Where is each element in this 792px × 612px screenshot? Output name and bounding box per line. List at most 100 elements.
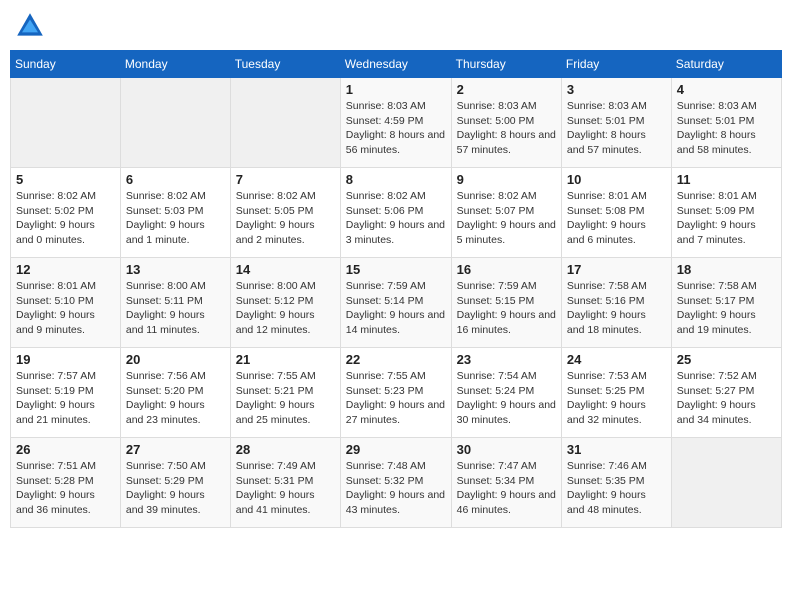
day-number: 18	[677, 262, 776, 277]
day-number: 13	[126, 262, 225, 277]
day-detail: Sunrise: 7:47 AM Sunset: 5:34 PM Dayligh…	[457, 459, 556, 518]
logo-icon	[14, 10, 46, 42]
day-number: 17	[567, 262, 666, 277]
page-header	[10, 10, 782, 42]
day-detail: Sunrise: 7:46 AM Sunset: 5:35 PM Dayligh…	[567, 459, 666, 518]
calendar-cell: 7Sunrise: 8:02 AM Sunset: 5:05 PM Daylig…	[230, 168, 340, 258]
weekday-header-friday: Friday	[561, 51, 671, 78]
day-number: 23	[457, 352, 556, 367]
day-detail: Sunrise: 8:00 AM Sunset: 5:12 PM Dayligh…	[236, 279, 335, 338]
day-number: 6	[126, 172, 225, 187]
calendar-cell: 27 Sunrise: 7:50 AM Sunset: 5:29 PM Dayli…	[120, 438, 230, 528]
day-number: 9	[457, 172, 556, 187]
calendar-cell: 28 Sunrise: 7:49 AM Sunset: 5:31 PM Dayli…	[230, 438, 340, 528]
weekday-header-wednesday: Wednesday	[340, 51, 451, 78]
day-detail: Sunrise: 7:53 AM Sunset: 5:25 PM Dayligh…	[567, 369, 666, 428]
day-detail: Sunrise: 8:01 AM Sunset: 5:08 PM Dayligh…	[567, 189, 666, 248]
day-number: 28	[236, 442, 335, 457]
day-number: 31	[567, 442, 666, 457]
day-number: 11	[677, 172, 776, 187]
day-number: 24	[567, 352, 666, 367]
day-number: 29	[346, 442, 446, 457]
day-detail: Sunrise: 7:59 AM Sunset: 5:15 PM Dayligh…	[457, 279, 556, 338]
calendar-cell: 18 Sunrise: 7:58 AM Sunset: 5:17 PM Dayli…	[671, 258, 781, 348]
calendar-cell: 6 Sunrise: 8:02 AM Sunset: 5:03 PM Daylig…	[120, 168, 230, 258]
logo	[14, 10, 50, 42]
calendar-cell: 22 Sunrise: 7:55 AM Sunset: 5:23 PM Dayli…	[340, 348, 451, 438]
day-detail: Sunrise: 7:55 AM Sunset: 5:23 PM Dayligh…	[346, 369, 446, 428]
day-detail: Sunrise: 7:52 AM Sunset: 5:27 PM Dayligh…	[677, 369, 776, 428]
day-detail: Sunrise: 8:01 AM Sunset: 5:09 PM Dayligh…	[677, 189, 776, 248]
day-detail: Sunrise: 8:02 AM Sunset: 5:03 PM Dayligh…	[126, 189, 225, 248]
calendar-cell: 12 Sunrise: 8:01 AM Sunset: 5:10 PM Dayli…	[11, 258, 121, 348]
day-detail: Sunrise: 7:48 AM Sunset: 5:32 PM Dayligh…	[346, 459, 446, 518]
calendar-cell: 17 Sunrise: 7:58 AM Sunset: 5:16 PM Dayli…	[561, 258, 671, 348]
calendar-cell: 14 Sunrise: 8:00 AM Sunset: 5:12 PM Dayli…	[230, 258, 340, 348]
day-detail: Sunrise: 8:03 AM Sunset: 5:01 PM Dayligh…	[677, 99, 776, 158]
weekday-header-thursday: Thursday	[451, 51, 561, 78]
day-number: 14	[236, 262, 335, 277]
calendar-cell: 1 Sunrise: 8:03 AM Sunset: 4:59 PM Daylig…	[340, 78, 451, 168]
calendar-cell: 5Sunrise: 8:02 AM Sunset: 5:02 PM Daylig…	[11, 168, 121, 258]
calendar-cell: 26 Sunrise: 7:51 AM Sunset: 5:28 PM Dayli…	[11, 438, 121, 528]
day-detail: Sunrise: 7:58 AM Sunset: 5:16 PM Dayligh…	[567, 279, 666, 338]
day-number: 15	[346, 262, 446, 277]
calendar-cell: 19 Sunrise: 7:57 AM Sunset: 5:19 PM Dayli…	[11, 348, 121, 438]
day-detail: Sunrise: 7:58 AM Sunset: 5:17 PM Dayligh…	[677, 279, 776, 338]
day-number: 1	[346, 82, 446, 97]
day-number: 27	[126, 442, 225, 457]
calendar-week-2: 5Sunrise: 8:02 AM Sunset: 5:02 PM Daylig…	[11, 168, 782, 258]
day-detail: Sunrise: 8:00 AM Sunset: 5:11 PM Dayligh…	[126, 279, 225, 338]
calendar-cell: 29 Sunrise: 7:48 AM Sunset: 5:32 PM Dayli…	[340, 438, 451, 528]
day-number: 21	[236, 352, 335, 367]
calendar-cell: 24 Sunrise: 7:53 AM Sunset: 5:25 PM Dayli…	[561, 348, 671, 438]
calendar-week-1: 1 Sunrise: 8:03 AM Sunset: 4:59 PM Daylig…	[11, 78, 782, 168]
day-number: 4	[677, 82, 776, 97]
calendar-cell: 10 Sunrise: 8:01 AM Sunset: 5:08 PM Dayli…	[561, 168, 671, 258]
day-detail: Sunrise: 8:02 AM Sunset: 5:05 PM Dayligh…	[236, 189, 335, 248]
calendar-cell	[11, 78, 121, 168]
calendar-cell: 31 Sunrise: 7:46 AM Sunset: 5:35 PM Dayli…	[561, 438, 671, 528]
day-number: 12	[16, 262, 115, 277]
day-number: 16	[457, 262, 556, 277]
day-number: 19	[16, 352, 115, 367]
calendar-cell: 16 Sunrise: 7:59 AM Sunset: 5:15 PM Dayli…	[451, 258, 561, 348]
calendar-cell: 15 Sunrise: 7:59 AM Sunset: 5:14 PM Dayli…	[340, 258, 451, 348]
day-detail: Sunrise: 7:51 AM Sunset: 5:28 PM Dayligh…	[16, 459, 115, 518]
day-detail: Sunrise: 7:49 AM Sunset: 5:31 PM Dayligh…	[236, 459, 335, 518]
calendar-cell: 9Sunrise: 8:02 AM Sunset: 5:07 PM Daylig…	[451, 168, 561, 258]
day-detail: Sunrise: 7:55 AM Sunset: 5:21 PM Dayligh…	[236, 369, 335, 428]
day-detail: Sunrise: 8:03 AM Sunset: 4:59 PM Dayligh…	[346, 99, 446, 158]
weekday-header-monday: Monday	[120, 51, 230, 78]
day-number: 30	[457, 442, 556, 457]
day-detail: Sunrise: 7:50 AM Sunset: 5:29 PM Dayligh…	[126, 459, 225, 518]
day-detail: Sunrise: 7:56 AM Sunset: 5:20 PM Dayligh…	[126, 369, 225, 428]
calendar-cell: 2 Sunrise: 8:03 AM Sunset: 5:00 PM Daylig…	[451, 78, 561, 168]
calendar-cell: 13 Sunrise: 8:00 AM Sunset: 5:11 PM Dayli…	[120, 258, 230, 348]
calendar-cell	[671, 438, 781, 528]
calendar-cell: 20 Sunrise: 7:56 AM Sunset: 5:20 PM Dayli…	[120, 348, 230, 438]
calendar-week-4: 19 Sunrise: 7:57 AM Sunset: 5:19 PM Dayli…	[11, 348, 782, 438]
day-detail: Sunrise: 8:03 AM Sunset: 5:00 PM Dayligh…	[457, 99, 556, 158]
day-number: 26	[16, 442, 115, 457]
day-detail: Sunrise: 8:03 AM Sunset: 5:01 PM Dayligh…	[567, 99, 666, 158]
calendar-cell: 11 Sunrise: 8:01 AM Sunset: 5:09 PM Dayli…	[671, 168, 781, 258]
calendar-table: SundayMondayTuesdayWednesdayThursdayFrid…	[10, 50, 782, 528]
day-detail: Sunrise: 8:01 AM Sunset: 5:10 PM Dayligh…	[16, 279, 115, 338]
day-number: 2	[457, 82, 556, 97]
day-number: 20	[126, 352, 225, 367]
day-number: 5	[16, 172, 115, 187]
calendar-cell: 3 Sunrise: 8:03 AM Sunset: 5:01 PM Daylig…	[561, 78, 671, 168]
day-number: 22	[346, 352, 446, 367]
calendar-cell: 23 Sunrise: 7:54 AM Sunset: 5:24 PM Dayli…	[451, 348, 561, 438]
day-detail: Sunrise: 7:59 AM Sunset: 5:14 PM Dayligh…	[346, 279, 446, 338]
day-number: 10	[567, 172, 666, 187]
calendar-week-3: 12 Sunrise: 8:01 AM Sunset: 5:10 PM Dayli…	[11, 258, 782, 348]
day-detail: Sunrise: 7:57 AM Sunset: 5:19 PM Dayligh…	[16, 369, 115, 428]
day-detail: Sunrise: 7:54 AM Sunset: 5:24 PM Dayligh…	[457, 369, 556, 428]
day-detail: Sunrise: 8:02 AM Sunset: 5:06 PM Dayligh…	[346, 189, 446, 248]
day-number: 3	[567, 82, 666, 97]
calendar-cell: 21 Sunrise: 7:55 AM Sunset: 5:21 PM Dayli…	[230, 348, 340, 438]
calendar-cell: 8Sunrise: 8:02 AM Sunset: 5:06 PM Daylig…	[340, 168, 451, 258]
calendar-cell	[120, 78, 230, 168]
